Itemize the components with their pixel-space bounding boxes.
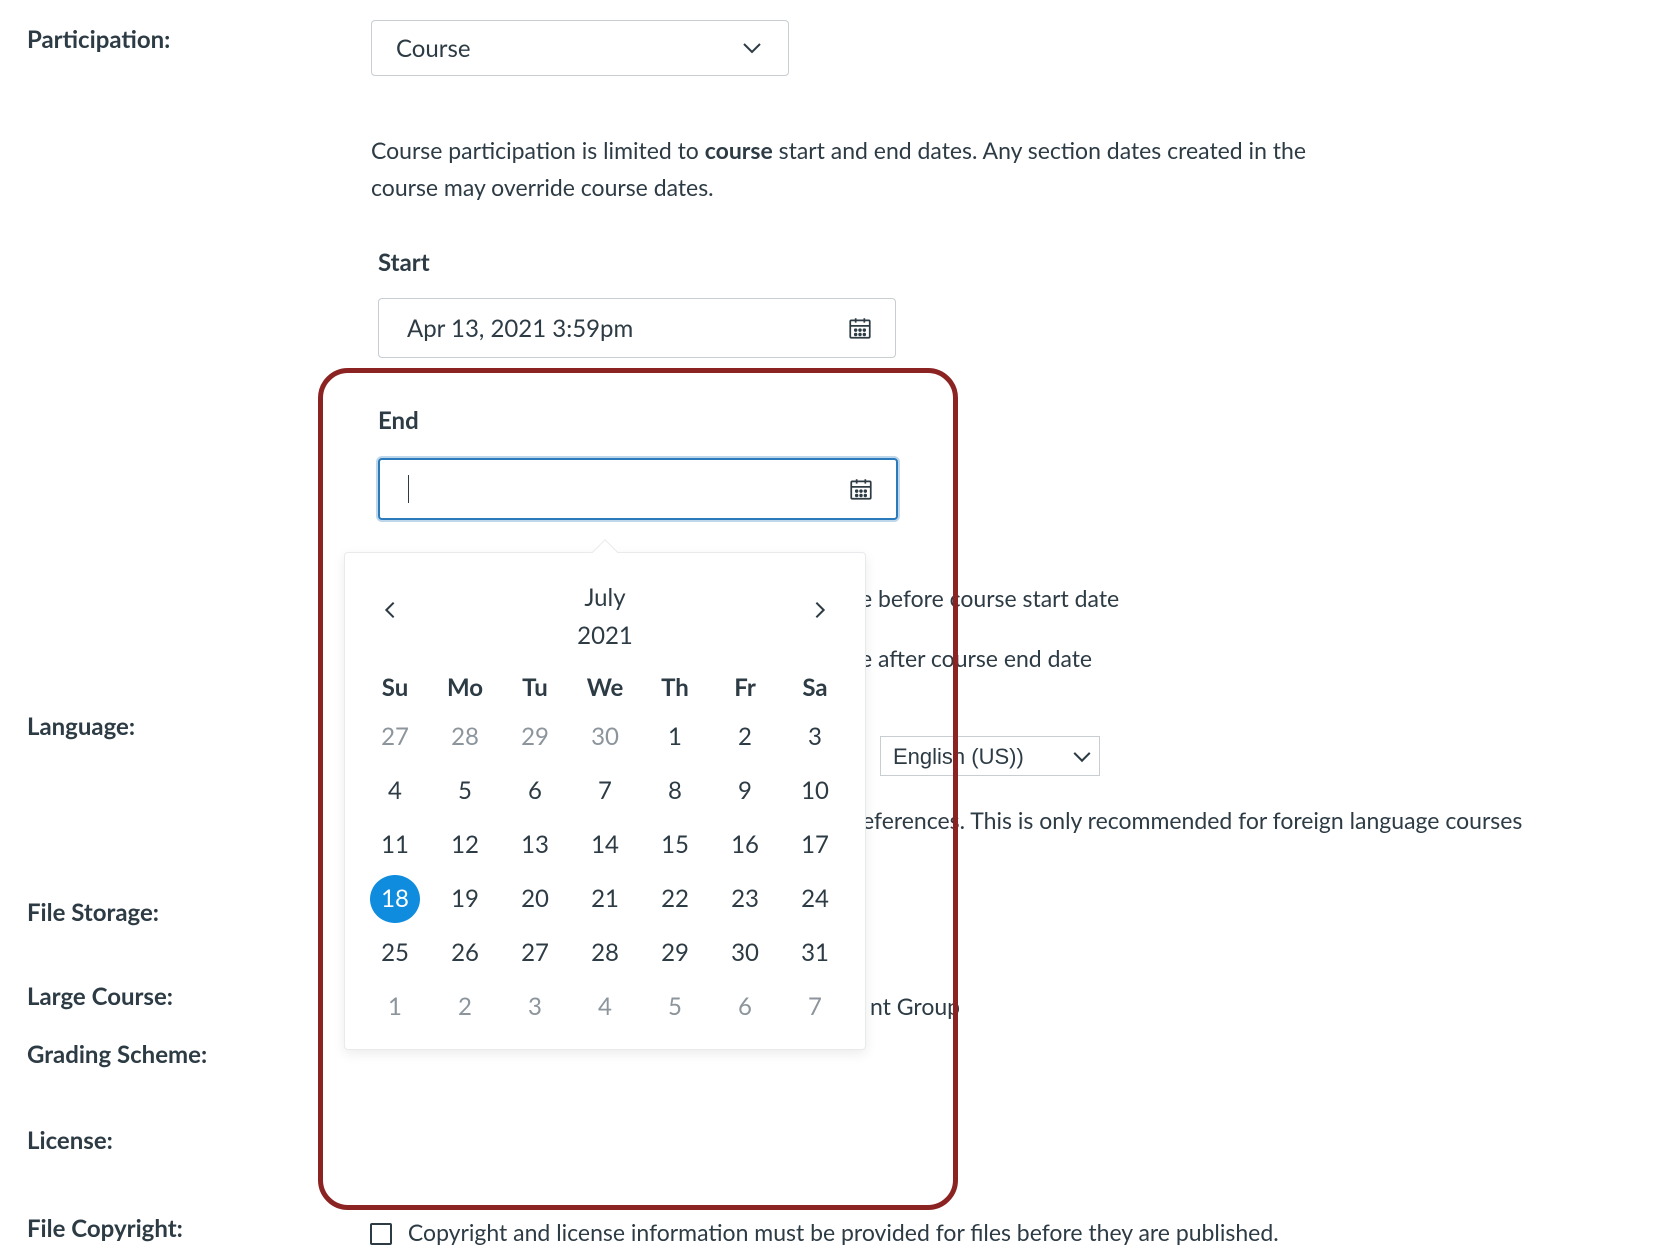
calendar-icon[interactable] — [847, 315, 873, 341]
checkbox-icon[interactable] — [370, 1223, 392, 1245]
next-month-button[interactable] — [809, 599, 831, 621]
calendar-day[interactable]: 21 — [580, 875, 630, 923]
calendar-weekday: Su — [370, 669, 420, 707]
calendar-day[interactable]: 4 — [370, 767, 420, 815]
calendar-weekday: We — [580, 669, 630, 707]
calendar-day[interactable]: 10 — [790, 767, 840, 815]
grading-scheme-label: Grading Scheme: — [27, 1040, 207, 1069]
calendar-day[interactable]: 27 — [370, 713, 420, 761]
calendar-day[interactable]: 16 — [720, 821, 770, 869]
calendar-day[interactable]: 22 — [650, 875, 700, 923]
file-copyright-checkbox[interactable]: Copyright and license information must b… — [370, 1214, 1570, 1251]
end-label: End — [378, 406, 419, 435]
language-select[interactable]: English (US)) — [880, 736, 1100, 776]
calendar-day[interactable]: 30 — [580, 713, 630, 761]
calendar-weekday: Fr — [720, 669, 770, 707]
large-course-label: Large Course: — [27, 982, 173, 1011]
calendar-day[interactable]: 17 — [790, 821, 840, 869]
calendar-day[interactable]: 18 — [370, 875, 420, 923]
calendar-day[interactable]: 28 — [580, 929, 630, 977]
participation-select[interactable]: Course — [371, 20, 789, 76]
start-date-input[interactable]: Apr 13, 2021 3:59pm — [378, 298, 896, 358]
large-course-helper: nt Group — [870, 988, 960, 1025]
prev-month-button[interactable] — [379, 599, 401, 621]
calendar-day[interactable]: 3 — [790, 713, 840, 761]
calendar-icon[interactable] — [848, 476, 874, 502]
calendar-day[interactable]: 24 — [790, 875, 840, 923]
text-cursor — [408, 475, 409, 503]
participation-label: Participation: — [27, 25, 170, 54]
restrict-after-text: e after course end date — [860, 640, 1092, 677]
calendar-weekday: Mo — [440, 669, 490, 707]
date-picker[interactable]: July 2021 SuMoTuWeThFrSa2728293012345678… — [344, 552, 866, 1050]
calendar-day[interactable]: 19 — [440, 875, 490, 923]
calendar-day[interactable]: 3 — [510, 983, 560, 1031]
chevron-down-icon — [740, 36, 764, 60]
calendar-day[interactable]: 25 — [370, 929, 420, 977]
calendar-day[interactable]: 12 — [440, 821, 490, 869]
calendar-day[interactable]: 9 — [720, 767, 770, 815]
file-storage-label: File Storage: — [27, 898, 159, 927]
calendar-day[interactable]: 14 — [580, 821, 630, 869]
calendar-day[interactable]: 4 — [580, 983, 630, 1031]
calendar-day[interactable]: 20 — [510, 875, 560, 923]
calendar-day[interactable]: 8 — [650, 767, 700, 815]
calendar-day[interactable]: 5 — [440, 767, 490, 815]
calendar-day[interactable]: 27 — [510, 929, 560, 977]
calendar-day[interactable]: 26 — [440, 929, 490, 977]
start-label: Start — [378, 248, 430, 277]
calendar-weekday: Th — [650, 669, 700, 707]
calendar-year: 2021 — [345, 617, 865, 655]
file-copyright-text: Copyright and license information must b… — [408, 1218, 1279, 1246]
language-label: Language: — [27, 712, 135, 741]
calendar-day[interactable]: 1 — [650, 713, 700, 761]
calendar-day[interactable]: 30 — [720, 929, 770, 977]
calendar-day[interactable]: 7 — [580, 767, 630, 815]
participation-helper: Course participation is limited to cours… — [371, 132, 1361, 206]
calendar-day[interactable]: 2 — [720, 713, 770, 761]
calendar-month: July — [345, 579, 865, 617]
calendar-day[interactable]: 6 — [720, 983, 770, 1031]
language-helper: eferences. This is only recommended for … — [862, 802, 1642, 839]
calendar-day[interactable]: 23 — [720, 875, 770, 923]
file-copyright-label: File Copyright: — [27, 1214, 183, 1243]
end-date-input[interactable] — [378, 458, 898, 520]
calendar-day[interactable]: 28 — [440, 713, 490, 761]
calendar-day[interactable]: 15 — [650, 821, 700, 869]
calendar-day[interactable]: 11 — [370, 821, 420, 869]
start-date-value: Apr 13, 2021 3:59pm — [407, 314, 633, 343]
calendar-day[interactable]: 1 — [370, 983, 420, 1031]
calendar-day[interactable]: 13 — [510, 821, 560, 869]
calendar-day[interactable]: 2 — [440, 983, 490, 1031]
license-label: License: — [27, 1126, 113, 1155]
calendar-weekday: Sa — [790, 669, 840, 707]
calendar-day[interactable]: 29 — [510, 713, 560, 761]
calendar-day[interactable]: 31 — [790, 929, 840, 977]
restrict-before-text: e before course start date — [860, 580, 1119, 617]
calendar-day[interactable]: 5 — [650, 983, 700, 1031]
calendar-weekday: Tu — [510, 669, 560, 707]
calendar-day[interactable]: 6 — [510, 767, 560, 815]
participation-select-value: Course — [396, 34, 471, 63]
calendar-day[interactable]: 29 — [650, 929, 700, 977]
calendar-day[interactable]: 7 — [790, 983, 840, 1031]
